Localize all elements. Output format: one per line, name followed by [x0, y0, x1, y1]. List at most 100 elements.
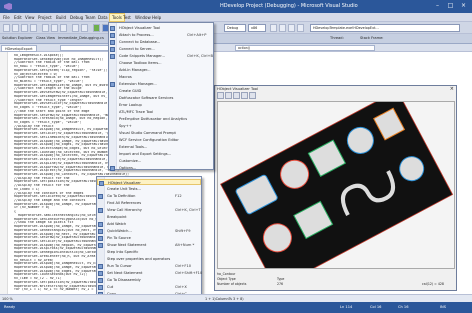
context_menu-item[interactable]: Add Watch — [97, 221, 201, 227]
context_menu-item-label: Cut — [107, 284, 114, 289]
close-button[interactable]: × — [458, 2, 469, 10]
context_menu-item-label: Pin To Source — [107, 235, 131, 240]
editor-gutter[interactable] — [0, 52, 8, 294]
context_menu-item[interactable]: Breakpoint — [97, 214, 201, 220]
redo-icon[interactable] — [81, 24, 88, 32]
tools_menu-item[interactable]: Attach to Process... Ctrl+Alt+P — [109, 32, 213, 38]
context_menu-item-label: QuickWatch... — [107, 228, 132, 233]
platform-combo[interactable]: x86 — [248, 24, 266, 32]
visual-studio-logo-icon — [4, 3, 12, 10]
context_menu-item-label: Step over properties and operators — [107, 256, 171, 261]
tools_menu-item[interactable]: WCF Service Configuration Editor — [109, 137, 213, 143]
tools_menu-item[interactable]: PreEmptive Dotfuscator and Analytics — [109, 116, 213, 122]
context_menu-item[interactable]: Set Next Statement Ctrl+Shift+F10 — [97, 270, 202, 276]
context_menu-item[interactable]: QuickWatch... Shift+F9 — [97, 228, 201, 234]
tools_menu-item[interactable]: Connect to Database... — [109, 39, 213, 45]
zoom-in-icon[interactable] — [217, 92, 224, 99]
minimize-button[interactable]: – — [432, 2, 443, 10]
close-icon[interactable]: × — [450, 86, 454, 92]
visualizer-canvas[interactable] — [217, 101, 455, 269]
context_menu-item[interactable]: Step over properties and operators — [97, 256, 201, 262]
tools_menu-item[interactable]: Choose Toolbox Items... — [109, 60, 213, 66]
context_menu-item-label: Breakpoint — [107, 214, 127, 219]
tools_menu-item[interactable]: Spy++ — [109, 123, 213, 129]
info-key-1: Object Type — [217, 277, 236, 281]
config-combo[interactable]: Debug — [224, 24, 246, 32]
zoom-level[interactable]: 100 % — [2, 297, 13, 301]
tools_menu-item[interactable]: Visual Studio Command Prompt — [109, 130, 213, 136]
tab-solution-explorer[interactable]: Solution Explorer — [2, 36, 33, 40]
cut-icon[interactable] — [42, 24, 49, 32]
tools_menu-item[interactable]: Options... — [109, 165, 213, 171]
tools_menu-item[interactable]: Connect to Server... — [109, 46, 213, 52]
tools_menu-item[interactable]: Macros — [109, 74, 213, 80]
tools_menu-item[interactable]: External Tools... — [109, 144, 213, 150]
context_menu-item[interactable]: Go To Disassembly — [97, 277, 201, 283]
save-icon[interactable] — [21, 24, 28, 32]
tools_menu-item[interactable]: ATL/MFC Trace Tool — [109, 109, 213, 115]
menu-window[interactable]: Window — [135, 15, 151, 20]
save-all-icon[interactable] — [30, 24, 37, 32]
tools-menu: HObject Visualizer Tool Attach to Process… — [108, 22, 214, 171]
context_menu-item[interactable]: Pin To Source — [97, 235, 201, 241]
context_menu-item[interactable]: Show Next Statement Alt+Num * — [97, 242, 201, 248]
menu-help[interactable]: Help — [152, 15, 161, 20]
tools_menu-item-shortcut: Ctrl+Alt+P — [187, 32, 207, 37]
context_menu-item[interactable]: Run To Cursor Ctrl+F10 — [97, 263, 201, 269]
tools_menu-item[interactable]: Import and Export Settings... — [109, 151, 213, 157]
menu-data[interactable]: Data — [98, 15, 108, 20]
menu-project[interactable]: Project — [38, 15, 52, 20]
tools_menu-item[interactable]: Extension Manager... — [109, 81, 213, 87]
tools_menu-item[interactable]: Add-in Manager... — [109, 67, 213, 73]
context_menu-item[interactable]: Create Unit Tests... — [97, 186, 201, 192]
tools_menu-item[interactable]: HObject Visualizer Tool — [109, 25, 213, 31]
fit-icon[interactable] — [233, 92, 240, 99]
context_menu-item[interactable]: Step Into Specific — [97, 249, 201, 255]
toolbox-icon[interactable] — [297, 24, 304, 32]
menu-view[interactable]: View — [25, 15, 35, 20]
open-file-icon[interactable] — [12, 24, 19, 32]
method-dropdown[interactable]: action() — [235, 45, 375, 51]
tools_menu-item[interactable]: Error Lookup — [109, 102, 213, 108]
tools_menu-item[interactable]: Create GUID — [109, 88, 213, 94]
context_menu-item[interactable]: View Call Hierarchy Ctrl+K, Ctrl+T — [97, 207, 201, 213]
menu-test[interactable]: Test — [123, 15, 131, 20]
snippet-icon — [110, 53, 115, 59]
tab-class-view[interactable]: Class View — [36, 36, 55, 40]
hobject-visualizer-window: HObject Visualizer Tool × ho_Contour Obj… — [214, 85, 457, 291]
tab-immediate[interactable]: Immediate_Debugging.cs — [58, 36, 104, 40]
context_menu-item[interactable]: Cut Ctrl+X — [97, 284, 201, 290]
context_menu-item[interactable]: Find All References — [97, 200, 201, 206]
context_menu-item[interactable]: Go To Definition F12 — [97, 193, 201, 199]
find-icon[interactable] — [270, 24, 277, 32]
tools_menu-item[interactable]: Dotfuscator Software Services — [109, 95, 213, 101]
server-icon — [110, 46, 115, 52]
solution-explorer-icon[interactable] — [279, 24, 286, 32]
menu-debug[interactable]: Debug — [70, 15, 83, 20]
settings-icon[interactable] — [249, 92, 256, 99]
maximize-button[interactable]: □ — [445, 2, 456, 10]
tools_menu-item-label: Attach to Process... — [119, 32, 154, 37]
visualizer-icon — [110, 25, 115, 31]
context_menu-item-shortcut: Shift+F9 — [175, 228, 191, 233]
extension-icon — [110, 81, 115, 87]
tab-hdevelop-export[interactable]: HDevelopExport — [1, 45, 37, 52]
menu-team[interactable]: Team — [85, 15, 96, 20]
title-bar: HDevelop Project (Debugging) - Microsoft… — [0, 0, 472, 13]
path-combo[interactable]: HDevelopTemplate.exe!HDevelopExt... — [310, 24, 460, 32]
context_menu-item[interactable]: HObject Visualizer — [97, 179, 201, 186]
copy-icon[interactable] — [51, 24, 58, 32]
continue-icon[interactable] — [93, 24, 100, 32]
undo-icon[interactable] — [72, 24, 79, 32]
properties-icon[interactable] — [288, 24, 295, 32]
tools_menu-item[interactable]: Code Snippets Manager... Ctrl+K, Ctrl+B — [109, 53, 213, 59]
menu-file[interactable]: File — [3, 15, 10, 20]
tools_menu-item[interactable]: Customize... — [109, 158, 213, 164]
context_menu-item-label: Step Into Specific — [107, 249, 139, 254]
pan-icon[interactable] — [241, 92, 248, 99]
menu-build[interactable]: Build — [56, 15, 66, 20]
menu-edit[interactable]: Edit — [14, 15, 22, 20]
new-project-icon[interactable] — [3, 24, 10, 32]
paste-icon[interactable] — [60, 24, 67, 32]
zoom-out-icon[interactable] — [225, 92, 232, 99]
